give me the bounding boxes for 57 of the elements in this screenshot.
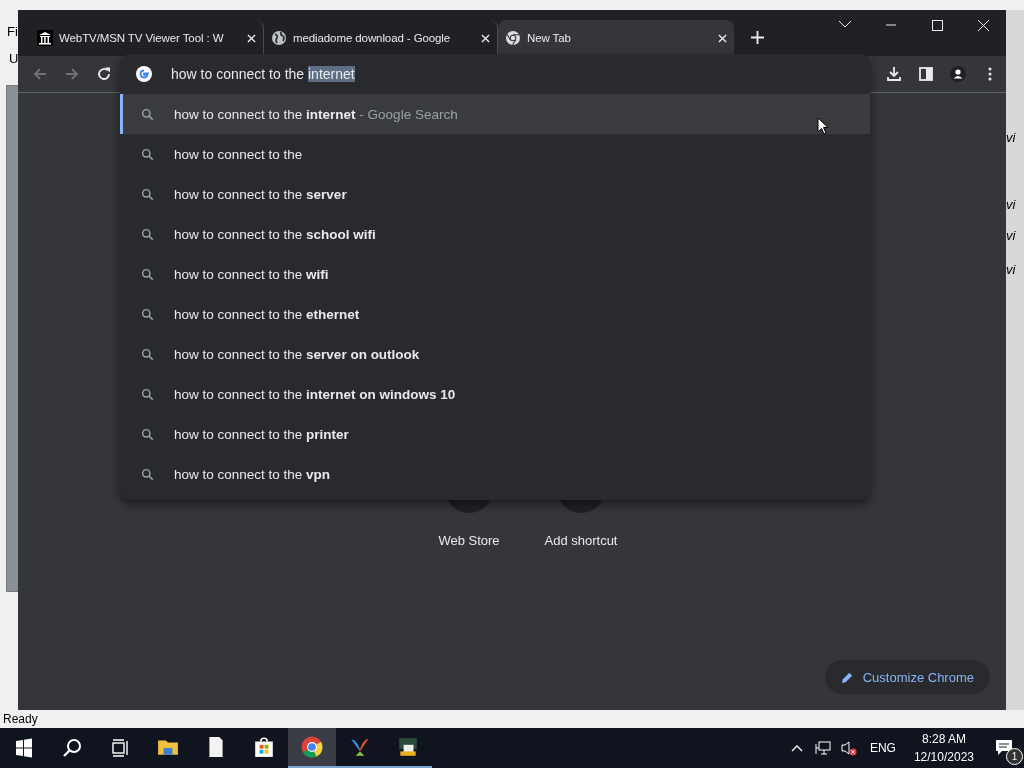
- suggestion-item[interactable]: how to connect to the server on outlook: [120, 334, 870, 374]
- back-icon[interactable]: [32, 66, 48, 82]
- search-icon: [141, 427, 154, 441]
- list-item-text: vi: [1006, 130, 1016, 145]
- chrome-icon: [301, 736, 323, 758]
- search-icon: [141, 307, 154, 321]
- customize-chrome-button[interactable]: Customize Chrome: [824, 660, 990, 694]
- side-panel-icon[interactable]: [918, 66, 934, 82]
- butterfly-icon: [349, 736, 371, 758]
- suggestion-item[interactable]: how to connect to the: [120, 134, 870, 174]
- profile-icon[interactable]: [950, 66, 966, 82]
- download-icon[interactable]: [886, 66, 902, 82]
- suggestion-item[interactable]: how to connect to the ethernet: [120, 294, 870, 334]
- search-icon: [141, 187, 154, 201]
- suggestion-item[interactable]: how to connect to the wifi: [120, 254, 870, 294]
- search-icon: [141, 267, 154, 281]
- menu-item[interactable]: Fi: [7, 24, 18, 39]
- list-item-text: vi: [1006, 228, 1016, 243]
- list-item-text: vi: [1006, 197, 1016, 212]
- close-icon[interactable]: [718, 33, 727, 43]
- list-item-text: vi: [1006, 262, 1016, 277]
- close-icon[interactable]: [247, 33, 256, 43]
- search-icon: [141, 147, 154, 161]
- search-icon: [141, 227, 154, 241]
- shopping-bag-icon: [253, 736, 275, 758]
- reload-icon[interactable]: [96, 66, 112, 82]
- address-bar[interactable]: how to connect to the internet: [120, 54, 870, 94]
- suggestion-item[interactable]: how to connect to the printer: [120, 414, 870, 454]
- address-text: how to connect to the internet: [171, 66, 355, 82]
- search-icon: [141, 387, 154, 401]
- search-icon: [141, 347, 154, 361]
- suggestion-item[interactable]: how to connect to the school wifi: [120, 214, 870, 254]
- new-tab-icon[interactable]: [751, 31, 764, 44]
- notification-icon: [994, 738, 1014, 758]
- suggestion-item[interactable]: how to connect to the internet on windows 10: [120, 374, 870, 414]
- search-icon: [141, 107, 154, 121]
- google-icon: [136, 66, 152, 82]
- clock[interactable]: 8:28 AM 12/10/2023: [913, 730, 974, 766]
- suggestion-item[interactable]: how to connect to the vpn: [120, 454, 870, 494]
- cursor-icon: [817, 117, 829, 135]
- app-icon: [397, 736, 419, 758]
- chrome-taskbar-button[interactable]: [288, 728, 336, 768]
- search-icon: [141, 467, 154, 481]
- museum-icon: [37, 30, 53, 46]
- toolbar-label: U: [9, 51, 19, 66]
- notification-button[interactable]: 1: [984, 728, 1024, 768]
- language-indicator[interactable]: ENG: [869, 741, 896, 755]
- browser-tab[interactable]: New Tab: [498, 20, 734, 56]
- pencil-icon: [840, 670, 854, 684]
- chrome-icon: [505, 30, 521, 46]
- close-icon[interactable]: [481, 33, 490, 43]
- forward-icon[interactable]: [64, 66, 80, 82]
- notification-count: 1: [1006, 748, 1023, 765]
- globe-icon: [271, 30, 287, 46]
- suggestion-item[interactable]: how to connect to the server: [120, 174, 870, 214]
- status-text: Ready: [3, 712, 38, 726]
- suggestion-item[interactable]: how to connect to the internet - Google Search: [120, 94, 870, 134]
